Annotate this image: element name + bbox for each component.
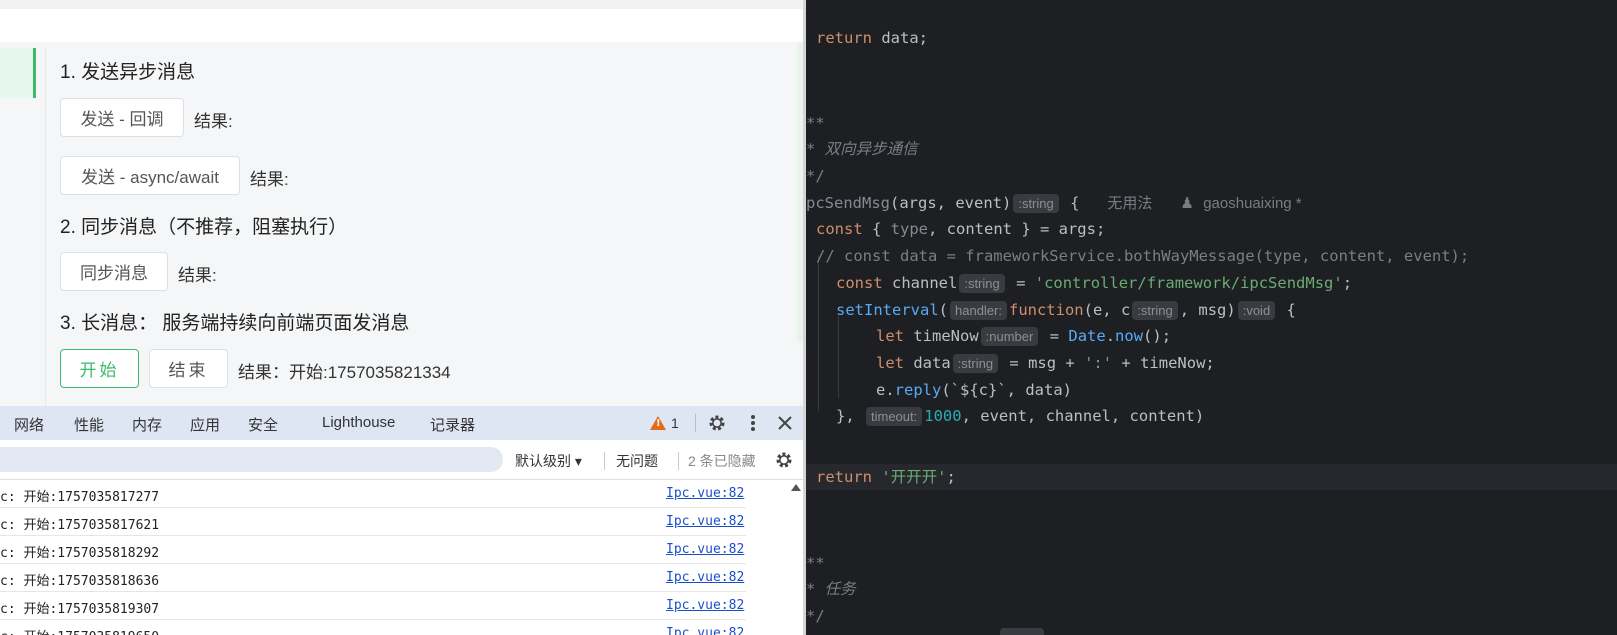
- section-long-message-title: 3. 长消息： 服务端持续向前端页面发消息: [60, 313, 410, 334]
- code-line: setInterval(handler: function(e, c:string…: [836, 301, 1296, 320]
- type-hint: :string: [952, 354, 999, 373]
- tab-security[interactable]: 安全: [248, 414, 278, 435]
- more-vertical-icon[interactable]: [741, 411, 765, 435]
- log-source-link[interactable]: Ipc.vue:82: [666, 486, 744, 501]
- log-level-select[interactable]: 默认级别 ▾: [515, 451, 582, 471]
- log-message: c: 开始:1757035817277: [0, 490, 160, 505]
- log-message: c: 开始:1757035819650: [0, 626, 159, 635]
- type-hint: :string: [1132, 301, 1178, 320]
- result-label-2: 结果:: [250, 170, 289, 189]
- code-line: * 任务: [806, 580, 856, 598]
- app-page: 1. 发送异步消息 发送 - 回调 结果: 发送 - async/await 结…: [0, 0, 806, 406]
- console-filter-bar: 默认级别 ▾ 无问题 2 条已隐藏: [0, 440, 806, 480]
- console-log-row: c: 开始:1757035818292 Ipc.vue:82: [0, 536, 746, 564]
- content-divider: [45, 48, 46, 406]
- filter-separator: [678, 452, 679, 470]
- code-line: * 双向异步通信: [806, 140, 918, 158]
- top-bar: [0, 0, 806, 9]
- param-hint: timeout:: [866, 407, 923, 426]
- console-filter-input[interactable]: [0, 447, 503, 472]
- end-button[interactable]: 结束: [149, 349, 228, 388]
- indent-guide: [838, 316, 839, 398]
- tab-recorder[interactable]: 记录器: [430, 414, 475, 435]
- close-icon[interactable]: [773, 411, 797, 435]
- code-line: return data;: [816, 29, 928, 47]
- tab-performance[interactable]: 性能: [74, 414, 104, 435]
- tab-application[interactable]: 应用: [190, 414, 220, 435]
- author-hint: gaoshuaixing *: [1203, 195, 1302, 212]
- warning-count: 1: [671, 415, 679, 431]
- send-callback-button[interactable]: 发送 - 回调: [60, 98, 184, 137]
- log-source-link[interactable]: Ipc.vue:82: [666, 514, 744, 529]
- log-message: c: 开始:1757035818636: [0, 574, 160, 589]
- log-message: c: 开始:1757035819307: [0, 602, 160, 617]
- result-label-3: 结果:: [178, 266, 217, 285]
- result-label-4: 结果：开始:1757035821334: [238, 363, 451, 382]
- result-label-1: 结果:: [194, 112, 233, 131]
- console-settings-gear-icon[interactable]: [772, 448, 796, 472]
- devtools-panel: 网络 性能 内存 应用 安全 Lighthouse 记录器 1 默认级别 ▾ 无…: [0, 406, 806, 635]
- gear-icon[interactable]: [705, 411, 729, 435]
- tab-bar-separator: [695, 414, 696, 432]
- code-line: // const data = frameworkService.bothWay…: [816, 247, 1470, 265]
- tab-memory[interactable]: 内存: [132, 414, 162, 435]
- hidden-messages-count: 2 条已隐藏: [688, 453, 756, 469]
- code-line: **: [806, 114, 825, 132]
- indent-guide: [818, 256, 819, 411]
- code-line: **: [806, 554, 825, 572]
- start-button[interactable]: 开始: [60, 349, 139, 388]
- warnings-counter[interactable]: 1: [650, 415, 679, 431]
- console-log-row: c: 开始:1757035817277 Ipc.vue:82: [0, 480, 746, 508]
- sidebar-active-indicator: [33, 48, 36, 98]
- console-scrollbar[interactable]: [789, 480, 803, 635]
- console-log-row: c: 开始:1757035819307 Ipc.vue:82: [0, 592, 746, 620]
- scroll-up-arrow-icon[interactable]: [791, 484, 801, 491]
- code-line: pcSendMsg(args, event):string { 无用法 ♟ ga…: [806, 194, 1302, 213]
- code-editor[interactable]: return data; ** * 双向异步通信 */ pcSendMsg(ar…: [806, 0, 1617, 635]
- issues-status[interactable]: 无问题: [616, 451, 658, 471]
- sync-message-button[interactable]: 同步消息: [60, 252, 168, 291]
- send-async-await-button[interactable]: 发送 - async/await: [60, 156, 240, 195]
- code-line: */: [806, 607, 825, 625]
- devtools-tab-bar: 网络 性能 内存 应用 安全 Lighthouse 记录器 1: [0, 406, 806, 440]
- type-hint: :number: [980, 327, 1039, 346]
- log-source-link[interactable]: Ipc.vue:82: [666, 542, 744, 557]
- log-source-link[interactable]: Ipc.vue:82: [666, 570, 744, 585]
- code-line: let data:string = msg + ':' + timeNow;: [876, 354, 1215, 373]
- tab-network[interactable]: 网络: [14, 414, 44, 435]
- code-line: e.reply(`${c}`, data): [876, 381, 1072, 399]
- log-message: c: 开始:1757035818292: [0, 546, 160, 561]
- console-log-row: c: 开始:1757035818636 Ipc.vue:82: [0, 564, 746, 592]
- tab-lighthouse[interactable]: Lighthouse: [322, 414, 395, 431]
- log-source-link[interactable]: Ipc.vue:82: [666, 626, 744, 635]
- filter-separator: [604, 452, 605, 470]
- code-line: }, timeout: 1000, event, channel, content…: [836, 407, 1205, 426]
- usage-hint: 无用法: [1107, 195, 1153, 212]
- warning-icon: [650, 416, 666, 430]
- log-message: c: 开始:1757035817621: [0, 518, 160, 533]
- section-sync-title: 2. 同步消息（不推荐，阻塞执行）: [60, 217, 348, 238]
- console-log-list: c: 开始:1757035817277 Ipc.vue:82 c: 开始:175…: [0, 480, 793, 635]
- code-line: */: [806, 167, 825, 185]
- code-line: return '开开开';: [816, 468, 956, 486]
- code-line: let timeNow:number = Date.now();: [876, 327, 1172, 346]
- log-source-link[interactable]: Ipc.vue:82: [666, 598, 744, 613]
- console-log-row: c: 开始:1757035819650 Ipc.vue:82: [0, 620, 746, 635]
- section-async-title: 1. 发送异步消息: [60, 62, 196, 83]
- type-hint: :string: [959, 274, 1005, 293]
- code-line: const channel:string = 'controller/frame…: [836, 274, 1353, 293]
- code-line: const { type, content } = args;: [816, 220, 1106, 238]
- param-hint: handler:: [950, 301, 1007, 320]
- sidebar-item-active[interactable]: [0, 48, 34, 98]
- inlay-hint-fragment: [1000, 628, 1044, 635]
- type-hint: :void: [1237, 301, 1276, 320]
- type-hint: :string: [1013, 194, 1059, 213]
- author-icon: ♟: [1180, 195, 1194, 212]
- console-log-row: c: 开始:1757035817621 Ipc.vue:82: [0, 508, 746, 536]
